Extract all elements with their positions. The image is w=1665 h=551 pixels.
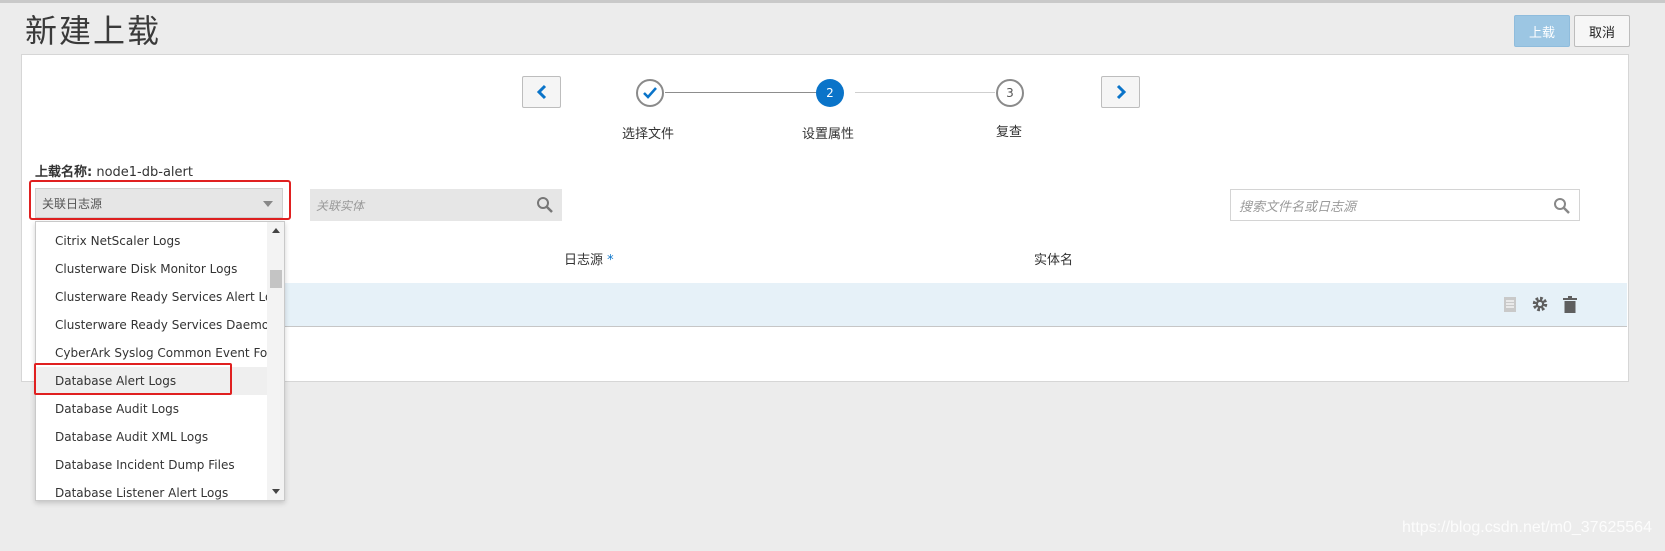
document-icon[interactable] [1503, 296, 1517, 313]
search-icon [1554, 198, 1570, 214]
entity-search-placeholder: 关联实体 [316, 198, 365, 213]
required-mark: * [607, 253, 614, 268]
scroll-up-icon[interactable] [272, 228, 280, 233]
step-3-indicator[interactable]: 3 [996, 79, 1024, 107]
next-step-button[interactable] [1101, 76, 1140, 108]
column-log-source-label: 日志源 [564, 253, 604, 268]
previous-step-button[interactable] [522, 76, 561, 108]
step-2-indicator[interactable]: 2 [816, 79, 844, 107]
dropdown-item[interactable]: Citrix NetScaler Logs [36, 227, 268, 255]
page-title: 新建上载 [25, 12, 162, 50]
table-row[interactable] [285, 283, 1627, 327]
upload-name-value: node1-db-alert [96, 165, 193, 180]
dropdown-scrollbar[interactable] [267, 222, 284, 500]
check-icon [643, 87, 657, 99]
upload-name-key: 上载名称: [35, 165, 93, 180]
file-search-placeholder: 搜索文件名或日志源 [1239, 199, 1357, 215]
step-1-indicator[interactable] [636, 79, 664, 107]
dropdown-item-selected[interactable]: Database Alert Logs [36, 367, 268, 395]
chevron-left-icon [536, 84, 546, 100]
cancel-button[interactable]: 取消 [1574, 15, 1630, 47]
step-3-label: 复查 [996, 125, 1023, 140]
dropdown-item[interactable]: Database Audit XML Logs [36, 423, 268, 451]
step-1-label: 选择文件 [622, 127, 675, 142]
step-connector-done [665, 92, 818, 93]
scrollbar-thumb[interactable] [270, 270, 282, 288]
dropdown-item[interactable]: CyberArk Syslog Common Event For... [36, 339, 268, 367]
log-source-select-label: 关联日志源 [42, 196, 103, 211]
dropdown-item[interactable]: Database Listener Alert Logs [36, 479, 268, 500]
log-source-dropdown[interactable]: Citrix NetScaler Logs Clusterware Disk M… [35, 221, 285, 501]
entity-search-input[interactable]: 关联实体 [310, 189, 562, 221]
column-header-entity: 实体名 [1034, 253, 1074, 268]
dropdown-item[interactable]: Clusterware Ready Services Alert Logs [36, 283, 268, 311]
file-search-input[interactable]: 搜索文件名或日志源 [1230, 189, 1580, 221]
dropdown-item[interactable]: Database Audit Logs [36, 395, 268, 423]
gear-icon[interactable] [1531, 295, 1549, 313]
step-connector-pending [855, 92, 995, 93]
column-header-log-source: 日志源 * [564, 249, 614, 268]
chevron-right-icon [1116, 84, 1126, 100]
upload-name: 上载名称: node1-db-alert [35, 161, 193, 180]
upload-button[interactable]: 上载 [1514, 15, 1570, 47]
dropdown-item[interactable]: Database Incident Dump Files [36, 451, 268, 479]
log-source-select[interactable]: 关联日志源 [35, 188, 283, 218]
trash-icon[interactable] [1563, 295, 1577, 313]
search-icon [537, 197, 553, 213]
top-border [0, 0, 1665, 3]
watermark: https://blog.csdn.net/m0_37625564 [1402, 519, 1652, 536]
step-2-label: 设置属性 [802, 127, 855, 142]
dropdown-item[interactable]: Clusterware Disk Monitor Logs [36, 255, 268, 283]
row-actions [1503, 295, 1577, 313]
scroll-down-icon[interactable] [272, 489, 280, 494]
dropdown-item[interactable]: Clusterware Ready Services Daemon L... [36, 311, 268, 339]
caret-down-icon [263, 201, 273, 207]
